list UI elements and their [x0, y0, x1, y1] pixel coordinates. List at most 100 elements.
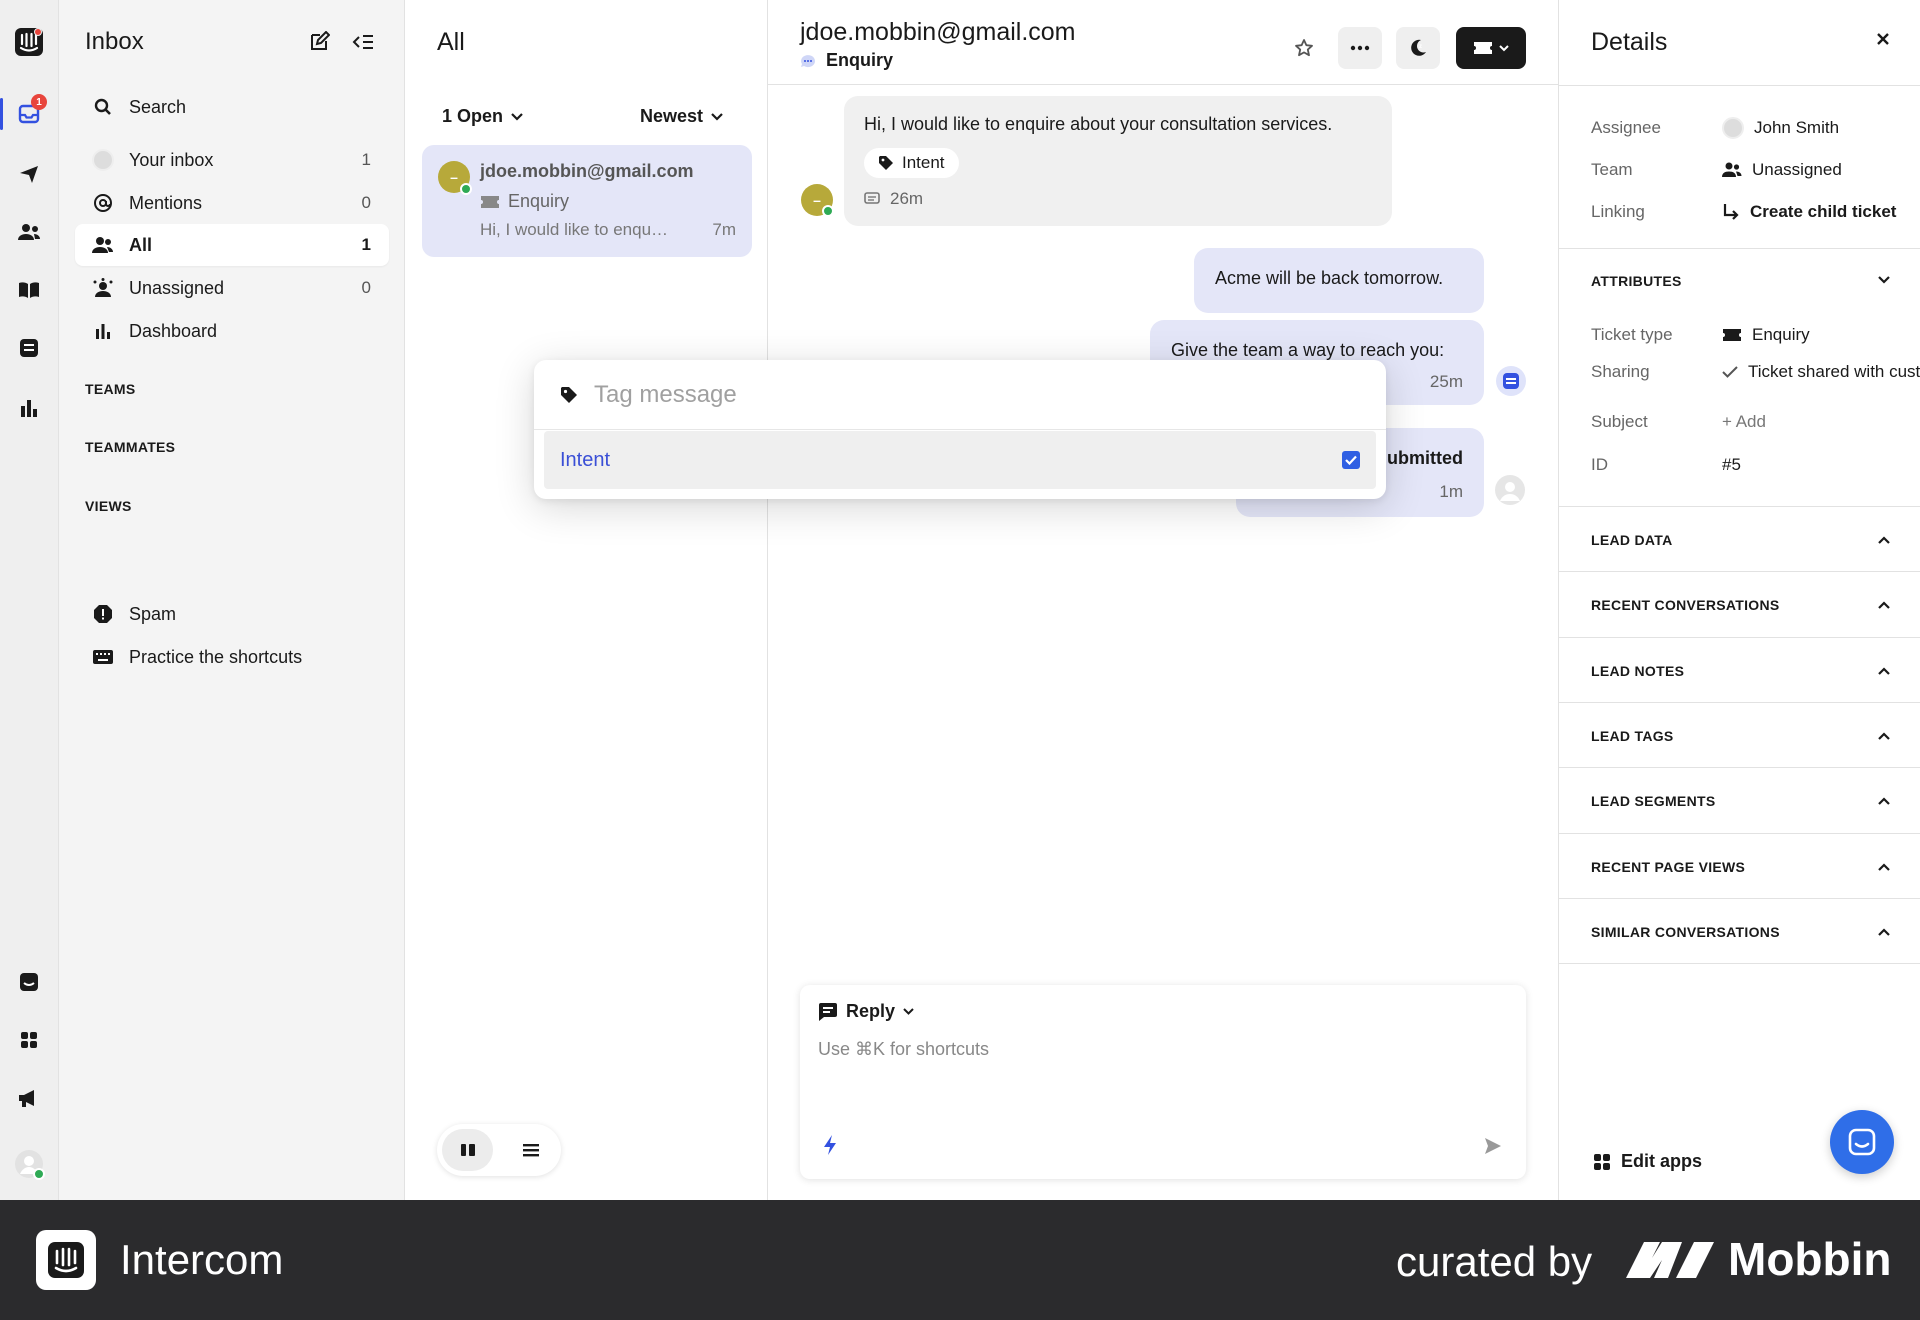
apps-icon[interactable]	[9, 1020, 49, 1060]
messenger-icon[interactable]	[9, 962, 49, 1002]
section-attributes[interactable]: ATTRIBUTES	[1591, 273, 1891, 289]
message-meta: 26m	[864, 189, 923, 209]
nav-search[interactable]: Search	[75, 86, 389, 128]
reply-mode-dropdown[interactable]: Reply	[818, 1001, 914, 1022]
footer-bar: Intercom curated by Mobbin	[0, 1200, 1920, 1320]
send-icon[interactable]	[1484, 1137, 1502, 1155]
announcements-icon[interactable]	[9, 1078, 49, 1118]
chevron-up-icon[interactable]	[1878, 797, 1890, 805]
reply-composer[interactable]: Reply Use ⌘K for shortcuts	[800, 985, 1526, 1179]
section-views[interactable]: VIEWS	[85, 498, 132, 514]
reports-icon[interactable]	[9, 388, 49, 428]
message-tag-chip[interactable]: Intent	[864, 148, 959, 178]
nav-item-count: 1	[361, 235, 371, 254]
tag-search-input[interactable]	[594, 380, 1194, 409]
contacts-icon[interactable]	[9, 212, 49, 252]
nav-search-label: Search	[129, 96, 187, 117]
chevron-down-icon[interactable]	[1878, 276, 1890, 284]
chevron-up-icon[interactable]	[1878, 928, 1890, 936]
more-options-button[interactable]	[1338, 27, 1382, 69]
unassigned-icon	[91, 276, 115, 300]
section-recent-page-views[interactable]: RECENT PAGE VIEWS	[1591, 859, 1891, 875]
nav-item-spam[interactable]: Spam	[75, 593, 389, 635]
divider	[1559, 85, 1920, 86]
nav-item-your-inbox[interactable]: Your inbox 1	[75, 139, 389, 181]
add-subject-button[interactable]: + Add	[1722, 412, 1766, 432]
divider	[1559, 898, 1920, 899]
tag-option-checkbox[interactable]	[1342, 451, 1360, 469]
bar-chart-icon	[91, 319, 115, 343]
inbox-icon[interactable]: 1	[0, 94, 49, 134]
detail-key: Team	[1591, 160, 1633, 179]
divider	[1559, 571, 1920, 572]
close-icon[interactable]	[1876, 32, 1890, 46]
knowledge-icon[interactable]	[9, 270, 49, 310]
chevron-up-icon[interactable]	[1878, 536, 1890, 544]
nav-item-all[interactable]: All 1	[75, 224, 389, 266]
detail-row-team[interactable]: Team Unassigned	[1591, 160, 1920, 180]
nav-item-unassigned[interactable]: Unassigned 0	[75, 267, 389, 309]
nav-item-label: All	[129, 234, 153, 255]
checkmark-icon	[1722, 366, 1738, 378]
star-button[interactable]	[1282, 27, 1326, 69]
section-recent-conversations[interactable]: RECENT CONVERSATIONS	[1591, 597, 1891, 613]
conversation-pane: jdoe.mobbin@gmail.com Enquiry z – Hi, I …	[768, 0, 1558, 1200]
conversations-icon[interactable]	[9, 328, 49, 368]
composer-placeholder[interactable]: Use ⌘K for shortcuts	[818, 1039, 989, 1060]
section-lead-tags[interactable]: LEAD TAGS	[1591, 728, 1891, 744]
detail-row-linking[interactable]: Linking Create child ticket	[1591, 202, 1920, 222]
intercom-logo	[36, 1230, 96, 1290]
detail-row-assignee[interactable]: Assignee John Smith	[1591, 117, 1920, 139]
edit-apps-button[interactable]: Edit apps	[1593, 1151, 1702, 1172]
section-similar-conversations[interactable]: SIMILAR CONVERSATIONS	[1591, 924, 1891, 940]
sort-dropdown[interactable]: Newest	[640, 106, 723, 127]
outbound-icon[interactable]	[9, 154, 49, 194]
chevron-up-icon[interactable]	[1878, 863, 1890, 871]
view-toggle	[437, 1124, 561, 1176]
conversation-card[interactable]: – jdoe.mobbin@gmail.com Enquiry Hi, I wo…	[422, 145, 752, 257]
tag-message-popover: Intent	[534, 360, 1386, 499]
status-filter-dropdown[interactable]: 1 Open	[442, 106, 523, 127]
chevron-down-icon	[1499, 44, 1509, 52]
tag-option[interactable]: Intent	[544, 431, 1376, 489]
search-icon	[91, 95, 115, 119]
create-child-ticket-link[interactable]: Create child ticket	[1750, 202, 1896, 222]
list-view-button[interactable]	[505, 1129, 556, 1171]
detail-value: Unassigned	[1752, 160, 1842, 179]
split-view-button[interactable]	[442, 1129, 493, 1171]
tag-icon	[878, 155, 894, 171]
nav-item-dashboard[interactable]: Dashboard	[75, 310, 389, 352]
message-bubble-incoming[interactable]: Hi, I would like to enquire about your c…	[844, 96, 1392, 226]
nav-item-shortcuts[interactable]: Practice the shortcuts	[75, 636, 389, 678]
detail-key: Sharing	[1591, 362, 1650, 381]
detail-row-sharing[interactable]: Sharing Ticket shared with customer	[1591, 362, 1920, 382]
chevron-up-icon[interactable]	[1878, 667, 1890, 675]
app-logo-icon[interactable]	[9, 22, 49, 62]
message-bubble-outgoing[interactable]: Acme will be back tomorrow.	[1194, 248, 1484, 313]
conversation-type-label: Enquiry	[826, 50, 894, 70]
icon-rail: 1	[0, 0, 59, 1200]
nav-item-label: Practice the shortcuts	[129, 646, 303, 667]
section-teammates[interactable]: TEAMMATES	[85, 439, 175, 455]
detail-row-ticket-type[interactable]: Ticket type Enquiry	[1591, 325, 1920, 345]
section-lead-data[interactable]: LEAD DATA	[1591, 532, 1891, 548]
online-indicator	[33, 1168, 45, 1180]
section-lead-notes[interactable]: LEAD NOTES	[1591, 663, 1891, 679]
nav-item-mentions[interactable]: Mentions 0	[75, 182, 389, 224]
ticket-actions-button[interactable]	[1456, 27, 1526, 69]
chevron-up-icon[interactable]	[1878, 732, 1890, 740]
section-teams[interactable]: TEAMS	[85, 381, 136, 397]
message-text: ubmitted	[1387, 448, 1463, 468]
collapse-nav-icon[interactable]	[351, 30, 375, 54]
detail-row-subject[interactable]: Subject + Add	[1591, 412, 1920, 432]
compose-icon[interactable]	[307, 30, 331, 54]
chevron-up-icon[interactable]	[1878, 601, 1890, 609]
messenger-launcher-button[interactable]	[1830, 1110, 1894, 1174]
lightning-icon[interactable]	[822, 1134, 838, 1156]
details-title: Details	[1591, 28, 1668, 56]
chevron-down-icon	[903, 1007, 914, 1016]
user-avatar[interactable]	[9, 1144, 49, 1184]
snooze-button[interactable]: z	[1396, 27, 1440, 69]
divider	[1559, 833, 1920, 834]
section-lead-segments[interactable]: LEAD SEGMENTS	[1591, 793, 1891, 809]
